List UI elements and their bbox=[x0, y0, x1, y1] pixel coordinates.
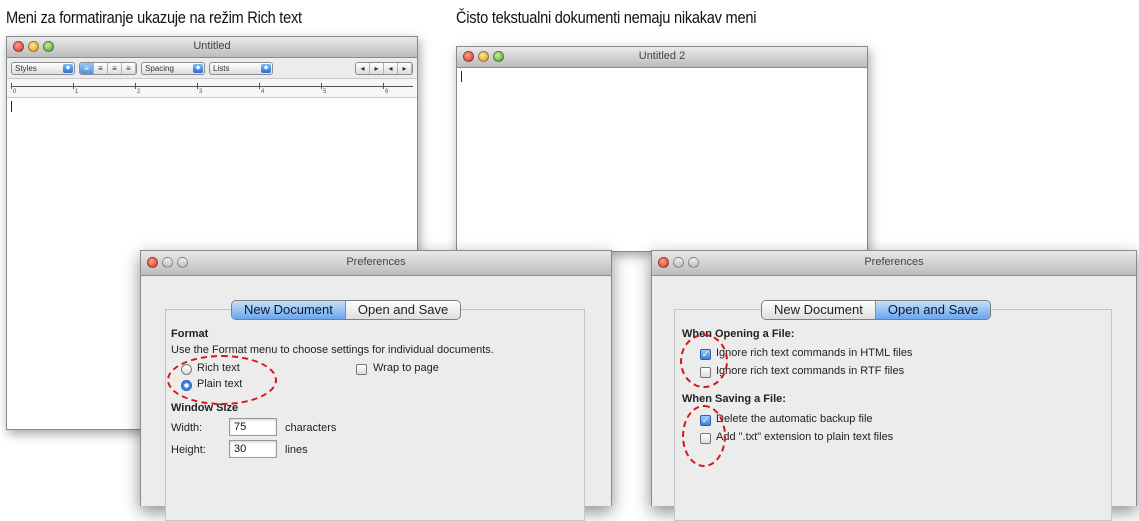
ruler-number: 6 bbox=[385, 89, 389, 95]
text-cursor bbox=[461, 71, 462, 82]
width-field[interactable]: 75 bbox=[229, 418, 277, 436]
margin-left-icon[interactable]: ◂ bbox=[384, 62, 398, 74]
ruler-number: 0 bbox=[13, 89, 17, 95]
spacing-popup[interactable]: Spacing ◆ bbox=[141, 61, 205, 75]
align-left-icon[interactable]: ≡ bbox=[80, 62, 94, 74]
styles-popup[interactable]: Styles ◆ bbox=[11, 61, 75, 75]
text-cursor bbox=[11, 101, 12, 112]
ignore-rtf-checkbox[interactable] bbox=[700, 367, 711, 378]
format-bar: Styles ◆ ≡ ≡ ≡ ≡ Spacing ◆ Lists ◆ ◂ ▸ ◂… bbox=[7, 58, 417, 79]
popup-arrow-icon: ◆ bbox=[63, 63, 73, 73]
window-title: Untitled 2 bbox=[638, 50, 686, 62]
plain-text-label: Plain text bbox=[197, 378, 243, 390]
spacing-label: Spacing bbox=[145, 63, 174, 73]
plain-text-window: Untitled 2 bbox=[456, 46, 868, 252]
when-saving-heading: When Saving a File: bbox=[682, 393, 786, 405]
ignore-rtf-label: Ignore rich text commands in RTF files bbox=[716, 365, 905, 377]
align-right-icon[interactable]: ≡ bbox=[122, 62, 136, 74]
caption-rich-text: Meni za formatiranje ukazuje na režim Ri… bbox=[6, 8, 302, 27]
plain-window-titlebar[interactable]: Untitled 2 bbox=[457, 47, 867, 68]
ruler-number: 5 bbox=[323, 89, 327, 95]
lists-popup[interactable]: Lists ◆ bbox=[209, 61, 273, 75]
format-description: Use the Format menu to choose settings f… bbox=[171, 344, 494, 356]
preferences-body: New Document Open and Save When Opening … bbox=[652, 276, 1136, 521]
window-title: Preferences bbox=[864, 256, 924, 268]
ignore-html-label: Ignore rich text commands in HTML files bbox=[716, 347, 913, 359]
window-title: Preferences bbox=[346, 256, 406, 268]
add-txt-extension-checkbox[interactable] bbox=[700, 433, 711, 444]
rich-text-radio[interactable] bbox=[181, 364, 192, 375]
align-center-icon[interactable]: ≡ bbox=[94, 62, 108, 74]
ruler-number: 3 bbox=[199, 89, 203, 95]
add-txt-extension-label: Add ".txt" extension to plain text files bbox=[716, 431, 894, 443]
width-label: Width: bbox=[171, 422, 203, 434]
alignment-control: ≡ ≡ ≡ ≡ bbox=[79, 61, 137, 75]
preferences-new-document-window: Preferences New Document Open and Save F… bbox=[140, 250, 612, 521]
ruler-number: 2 bbox=[137, 89, 141, 95]
plain-text-area[interactable] bbox=[457, 68, 867, 251]
preferences-tabs: New Document Open and Save bbox=[761, 300, 992, 320]
caption-plain-text: Čisto tekstualni dokumenti nemaju nikaka… bbox=[456, 8, 757, 27]
align-justify-icon[interactable]: ≡ bbox=[108, 62, 122, 74]
ignore-html-checkbox[interactable]: ✓ bbox=[700, 349, 711, 360]
preferences-open-and-save-window: Preferences New Document Open and Save W… bbox=[651, 250, 1137, 521]
indent-left-icon[interactable]: ◂ bbox=[356, 62, 370, 74]
lists-label: Lists bbox=[213, 63, 230, 73]
preferences-tabs: New Document Open and Save bbox=[231, 300, 462, 320]
delete-backup-checkbox[interactable]: ✓ bbox=[700, 415, 711, 426]
preferences-titlebar[interactable]: Preferences bbox=[141, 251, 611, 276]
preferences-titlebar[interactable]: Preferences bbox=[652, 251, 1136, 276]
height-unit: lines bbox=[285, 444, 308, 456]
height-field[interactable]: 30 bbox=[229, 440, 277, 458]
popup-arrow-icon: ◆ bbox=[193, 63, 203, 73]
plain-text-radio[interactable] bbox=[181, 380, 192, 391]
wrap-to-page-checkbox[interactable] bbox=[356, 364, 367, 375]
popup-arrow-icon: ◆ bbox=[261, 63, 271, 73]
wrap-to-page-label: Wrap to page bbox=[373, 362, 439, 374]
window-size-heading: Window Size bbox=[171, 402, 239, 414]
indent-control: ◂ ▸ ◂ ▸ bbox=[355, 61, 413, 75]
rich-window-titlebar[interactable]: Untitled bbox=[7, 37, 417, 58]
tab-new-document[interactable]: New Document bbox=[232, 301, 345, 319]
styles-label: Styles bbox=[15, 63, 37, 73]
width-unit: characters bbox=[285, 422, 337, 434]
preferences-body: New Document Open and Save Format Use th… bbox=[141, 276, 611, 521]
rich-text-label: Rich text bbox=[197, 362, 240, 374]
ruler-number: 4 bbox=[261, 89, 265, 95]
ruler[interactable]: 0 1 2 3 4 5 6 bbox=[7, 79, 417, 98]
when-opening-heading: When Opening a File: bbox=[682, 328, 795, 340]
new-document-pane bbox=[165, 309, 585, 521]
window-title: Untitled bbox=[193, 40, 231, 52]
margin-right-icon[interactable]: ▸ bbox=[398, 62, 412, 74]
tab-open-and-save[interactable]: Open and Save bbox=[344, 301, 461, 319]
tab-open-and-save[interactable]: Open and Save bbox=[874, 301, 991, 319]
delete-backup-label: Delete the automatic backup file bbox=[716, 413, 873, 425]
tab-new-document[interactable]: New Document bbox=[762, 301, 875, 319]
height-label: Height: bbox=[171, 444, 206, 456]
ruler-number: 1 bbox=[75, 89, 79, 95]
format-heading: Format bbox=[171, 328, 209, 340]
indent-right-icon[interactable]: ▸ bbox=[370, 62, 384, 74]
